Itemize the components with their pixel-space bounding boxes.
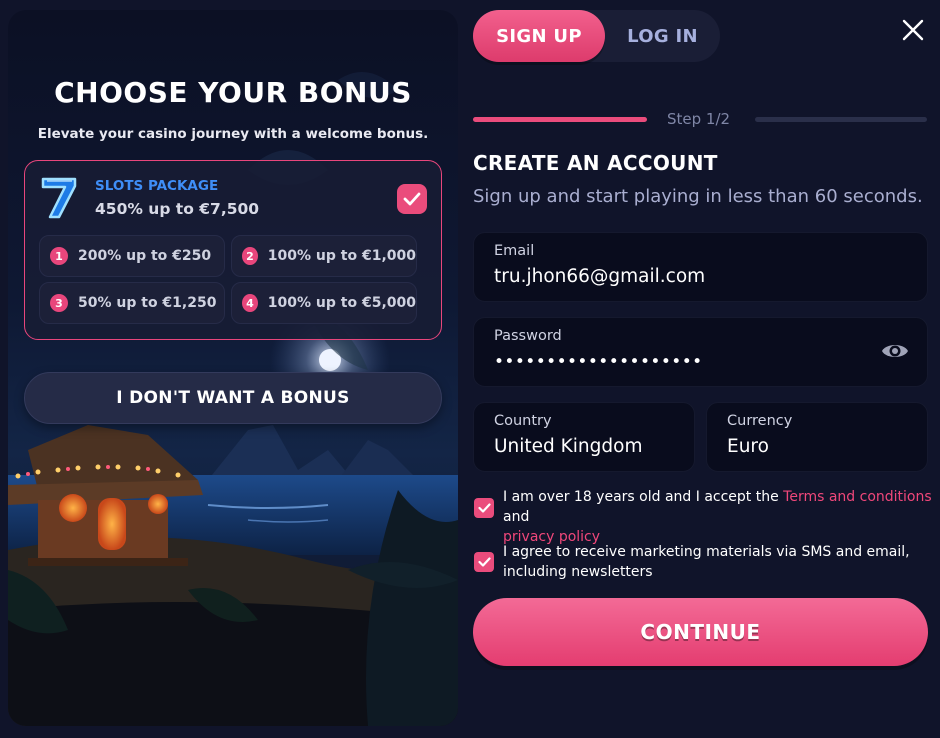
tropical-night-illustration bbox=[8, 72, 458, 726]
close-icon[interactable] bbox=[900, 17, 926, 43]
marketing-text: I agree to receive marketing materials v… bbox=[503, 542, 933, 582]
terms-prefix: I am over 18 years old and I accept the bbox=[503, 489, 784, 505]
tab-sign-up[interactable]: SIGN UP bbox=[473, 10, 605, 62]
form-subtitle: Sign up and start playing in less than 6… bbox=[473, 186, 923, 207]
email-label: Email bbox=[494, 243, 535, 259]
continue-button[interactable]: CONTINUE bbox=[473, 598, 928, 666]
email-value[interactable]: tru.jhon66@gmail.com bbox=[494, 266, 705, 287]
check-icon bbox=[403, 192, 421, 206]
marketing-line-2: including newsletters bbox=[503, 564, 653, 580]
lucky-seven-icon bbox=[41, 177, 77, 219]
marketing-checkbox[interactable] bbox=[474, 552, 494, 572]
tier-text: 100% up to €5,000 bbox=[267, 295, 416, 311]
tier-text: 100% up to €1,000 bbox=[267, 248, 416, 264]
tier-number: 1 bbox=[50, 247, 68, 265]
check-icon bbox=[477, 503, 491, 513]
slots-package-card[interactable]: SLOTS PACKAGE 450% up to €7,500 1 200% u… bbox=[24, 160, 442, 340]
terms-middle: and bbox=[503, 509, 530, 525]
signup-modal: CHOOSE YOUR BONUS Elevate your casino jo… bbox=[0, 0, 940, 738]
email-field[interactable]: Email tru.jhon66@gmail.com bbox=[473, 232, 928, 302]
check-icon bbox=[477, 557, 491, 567]
tier-number: 2 bbox=[242, 247, 258, 265]
currency-select[interactable]: Currency Euro bbox=[706, 402, 928, 472]
form-title: CREATE AN ACCOUNT bbox=[473, 151, 718, 175]
terms-text: I am over 18 years old and I accept the … bbox=[503, 487, 933, 547]
country-select[interactable]: Country United Kingdom bbox=[473, 402, 695, 472]
bonus-tier-4: 4 100% up to €5,000 bbox=[231, 282, 417, 324]
auth-tabs: SIGN UP LOG IN bbox=[473, 10, 720, 62]
password-label: Password bbox=[494, 328, 562, 344]
step-indicator: Step 1/2 bbox=[667, 110, 731, 128]
tier-number: 3 bbox=[50, 294, 68, 312]
marketing-line-1: I agree to receive marketing materials v… bbox=[503, 544, 910, 560]
no-bonus-button[interactable]: I DON'T WANT A BONUS bbox=[24, 372, 442, 424]
password-field[interactable]: Password •••••••••••••••••••• bbox=[473, 317, 928, 387]
progress-bar-remaining bbox=[755, 117, 927, 122]
bonus-tier-2: 2 100% up to €1,000 bbox=[231, 235, 417, 277]
terms-checkbox[interactable] bbox=[474, 498, 494, 518]
terms-link[interactable]: Terms and conditions bbox=[783, 489, 932, 505]
bonus-subtitle: Elevate your casino journey with a welco… bbox=[37, 126, 429, 142]
tab-log-in[interactable]: LOG IN bbox=[605, 10, 720, 62]
eye-icon[interactable] bbox=[881, 340, 909, 362]
package-value: 450% up to €7,500 bbox=[95, 200, 260, 218]
tier-text: 50% up to €1,250 bbox=[78, 295, 217, 311]
tier-number: 4 bbox=[242, 294, 258, 312]
package-name: SLOTS PACKAGE bbox=[95, 178, 219, 194]
password-value[interactable]: •••••••••••••••••••• bbox=[494, 352, 703, 372]
bonus-panel: CHOOSE YOUR BONUS Elevate your casino jo… bbox=[8, 10, 458, 726]
progress-bar-completed bbox=[473, 117, 647, 122]
currency-value: Euro bbox=[727, 436, 769, 457]
bonus-title: CHOOSE YOUR BONUS bbox=[54, 76, 412, 109]
bonus-tier-1: 1 200% up to €250 bbox=[39, 235, 225, 277]
bonus-tier-3: 3 50% up to €1,250 bbox=[39, 282, 225, 324]
tier-text: 200% up to €250 bbox=[78, 248, 212, 264]
package-selected-checkbox[interactable] bbox=[397, 184, 427, 214]
country-label: Country bbox=[494, 413, 552, 429]
country-value: United Kingdom bbox=[494, 436, 643, 457]
currency-label: Currency bbox=[727, 413, 793, 429]
